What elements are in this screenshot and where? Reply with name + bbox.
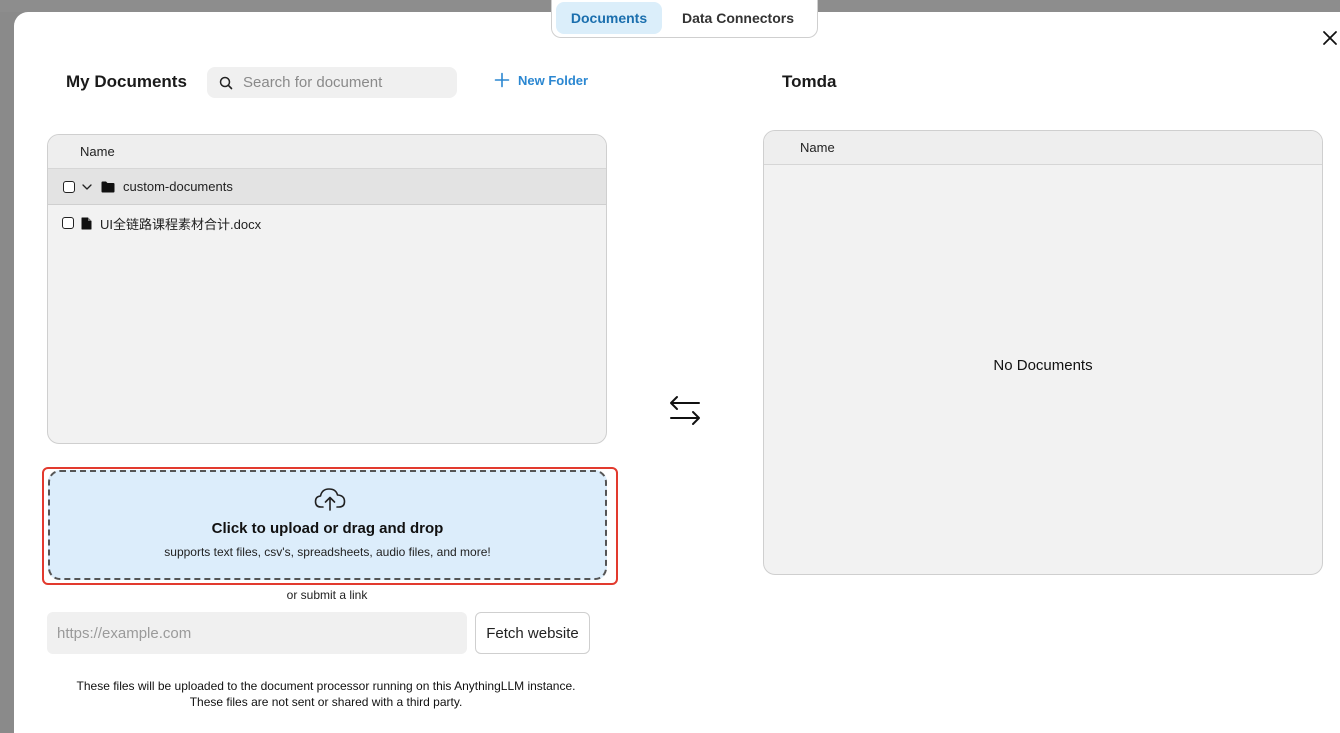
privacy-note: These files will be uploaded to the docu… [0,678,652,710]
name-column-header: Name [80,144,115,159]
new-folder-label: New Folder [518,72,589,88]
folder-row[interactable]: custom-documents [48,169,606,205]
search-icon [219,76,233,89]
new-folder-button[interactable]: New Folder [494,72,588,88]
fetch-website-button[interactable]: Fetch website [475,612,590,654]
tab-switcher: Documents Data Connectors [551,0,818,38]
empty-state-message: No Documents [993,357,1093,374]
my-documents-header: Name [48,135,606,169]
workspace-documents-panel: Name No Documents [763,130,1323,575]
file-icon [81,217,92,229]
swap-arrows-icon[interactable] [668,395,702,427]
file-checkbox[interactable] [62,217,74,229]
file-row[interactable]: UI全链路课程素材合计.docx [48,205,606,241]
file-name: UI全链路课程素材合计.docx [100,216,262,232]
plus-icon [494,72,510,88]
workspace-title: Tomda [782,72,837,91]
folder-checkbox[interactable] [63,180,75,193]
my-documents-panel: Name custom-documents UI全链路课程素材合计.docx [47,134,607,444]
folder-name: custom-documents [123,179,233,194]
privacy-note-line1: These files will be uploaded to the docu… [76,679,576,693]
my-documents-title: My Documents [66,72,187,91]
url-input[interactable] [47,612,467,654]
folder-icon [101,181,115,192]
privacy-note-line2: These files are not sent or shared with … [189,695,463,709]
search-box[interactable] [207,67,457,98]
search-input[interactable] [243,74,443,91]
tab-data-connectors[interactable]: Data Connectors [668,2,808,34]
workspace-documents-header: Name [764,131,1322,165]
highlight-outline [42,467,618,585]
close-icon [1323,31,1337,45]
close-button[interactable] [1318,26,1340,50]
chevron-down-icon[interactable] [81,181,93,193]
or-submit-link-label: or submit a link [286,588,368,602]
tab-documents[interactable]: Documents [556,1,662,34]
name-column-header: Name [800,140,835,155]
